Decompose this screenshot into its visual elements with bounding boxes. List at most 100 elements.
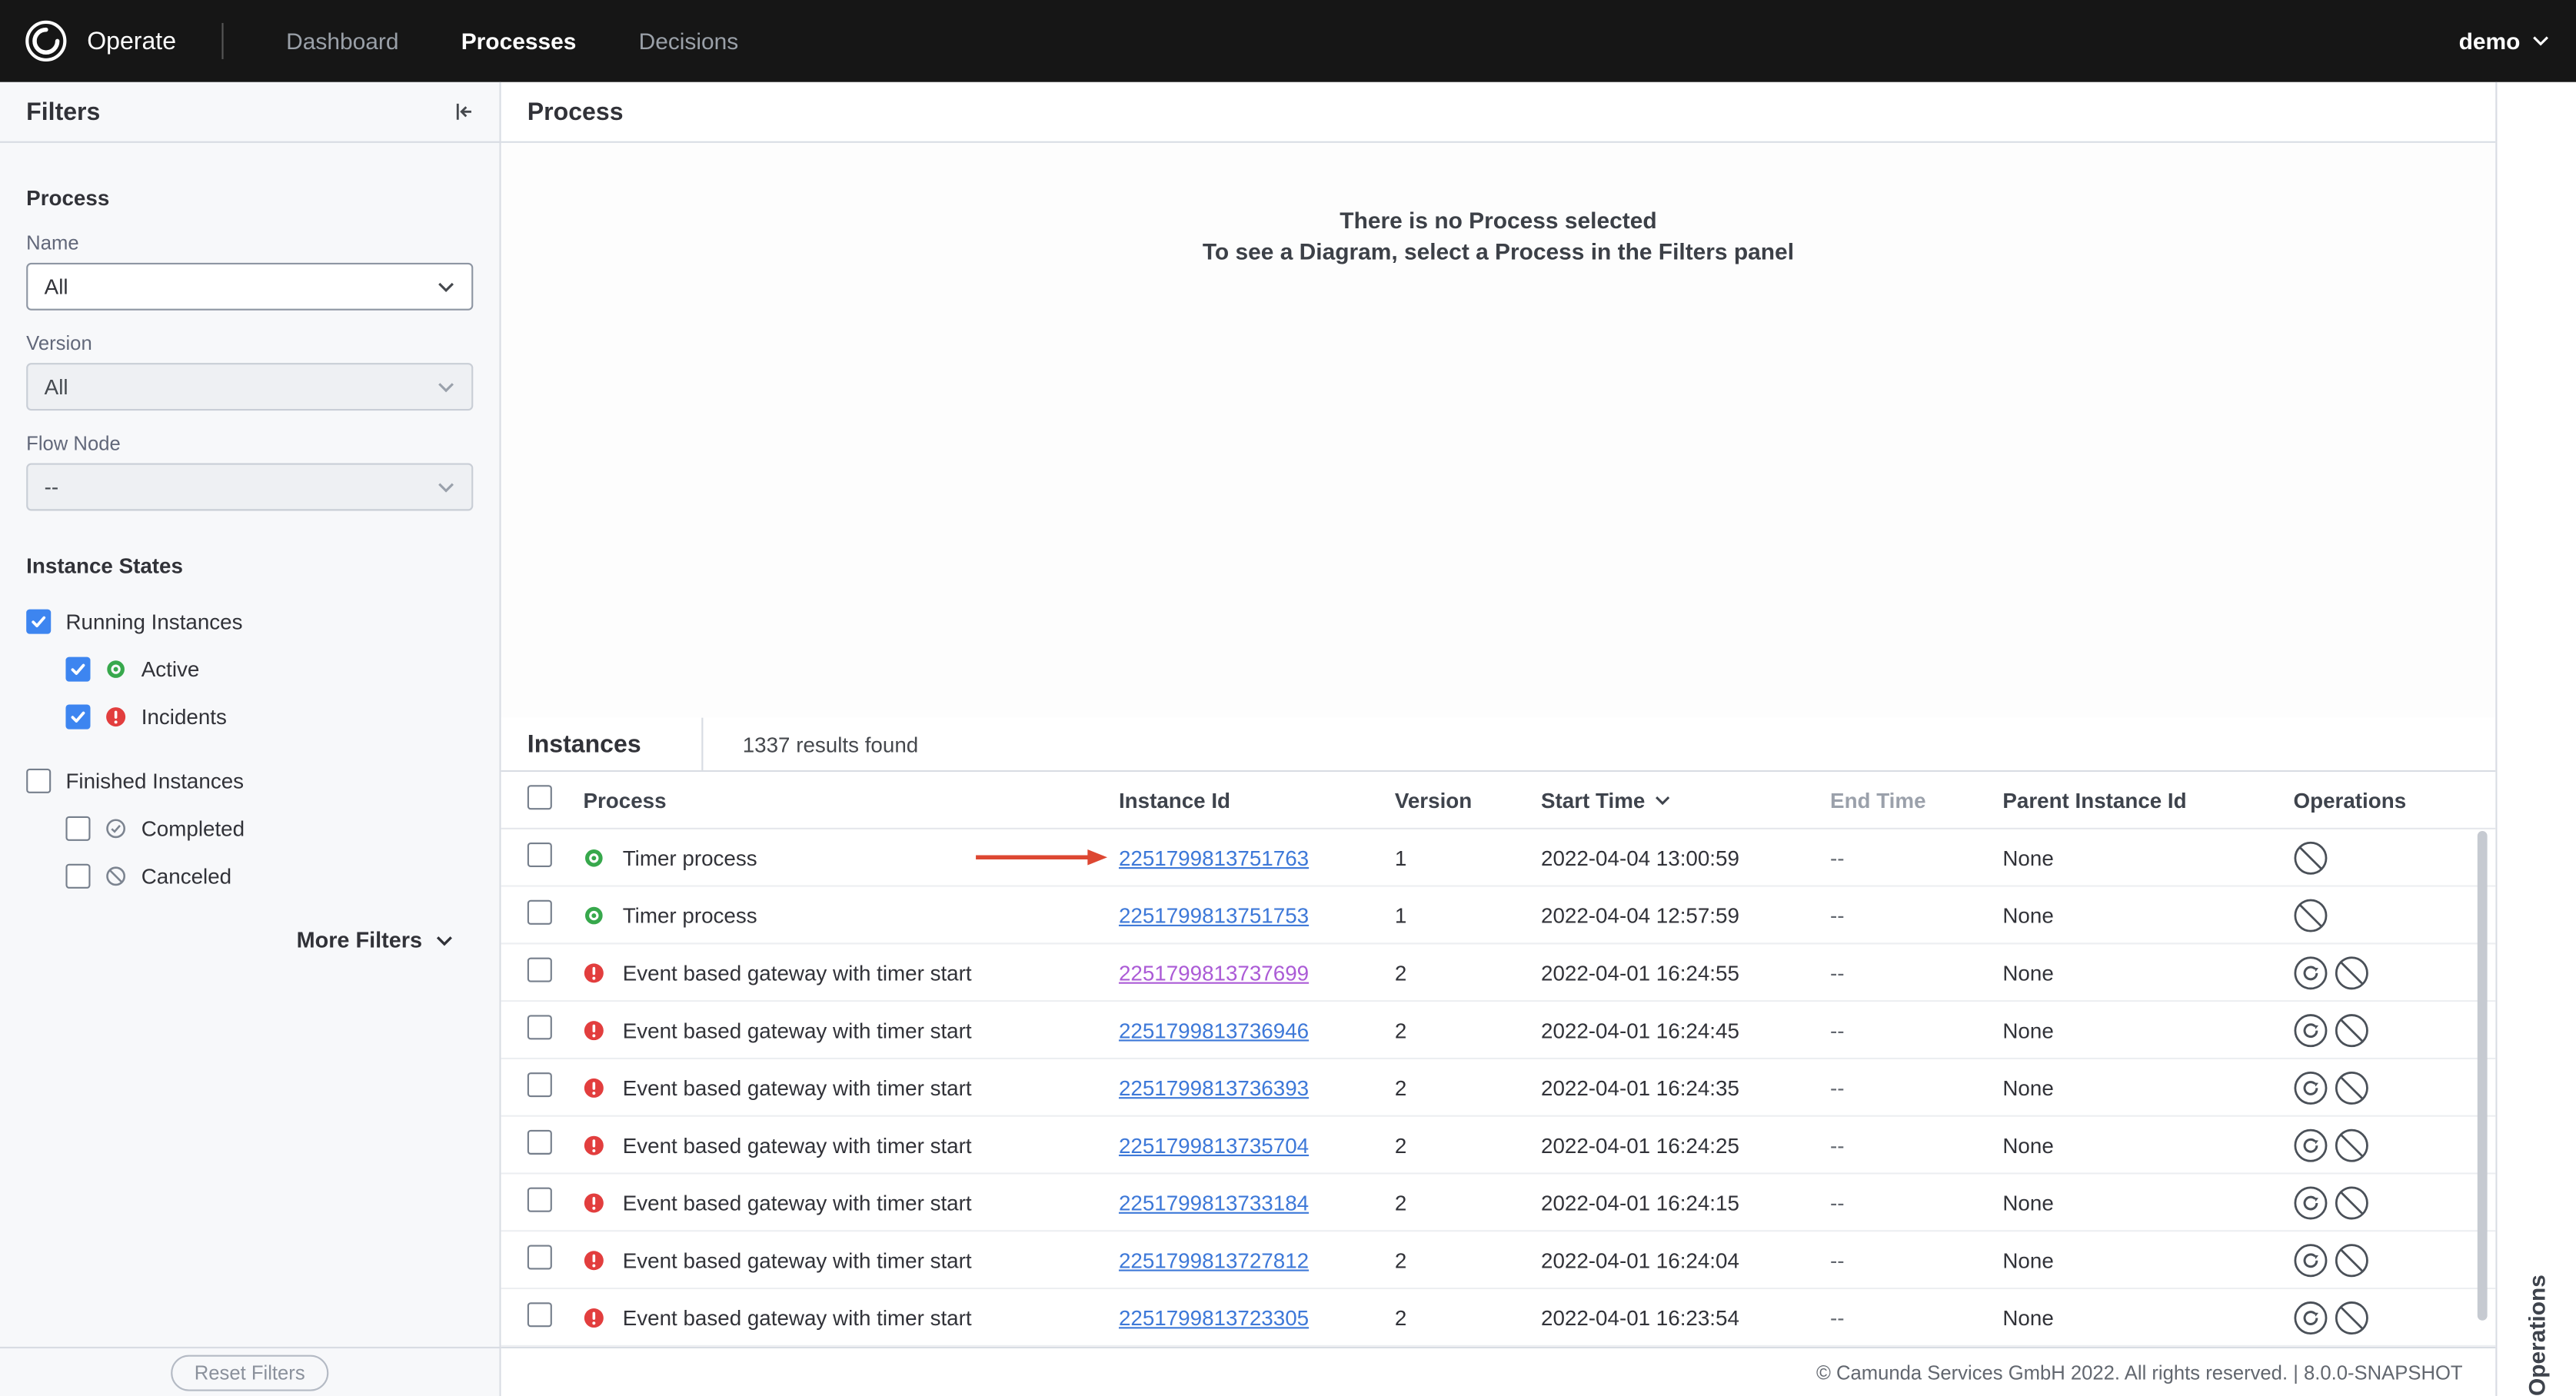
incident-icon <box>583 1249 604 1271</box>
collapse-left-icon <box>450 98 476 125</box>
cancel-operation-button[interactable] <box>2335 1012 2369 1047</box>
row-checkbox[interactable] <box>527 843 552 868</box>
instance-id-link[interactable]: 2251799813736393 <box>1119 1075 1309 1099</box>
retry-operation-button[interactable] <box>2294 1300 2328 1335</box>
cancel-operation-button[interactable] <box>2335 1185 2369 1219</box>
process-name: Timer process <box>622 902 757 928</box>
filter-label: Completed <box>141 816 245 841</box>
retry-operation-button[interactable] <box>2294 1070 2328 1105</box>
incident-state-icon <box>105 706 127 728</box>
table-row: Event based gateway with timer start 2251… <box>501 1174 2496 1232</box>
version-select[interactable]: All <box>26 363 474 411</box>
instance-id-link[interactable]: 2251799813751763 <box>1119 845 1309 869</box>
nav-dashboard[interactable]: Dashboard <box>286 28 398 54</box>
version-cell: 2 <box>1394 1017 1407 1042</box>
empty-state-line2: To see a Diagram, select a Process in th… <box>1202 238 1795 264</box>
row-checkbox[interactable] <box>527 1187 552 1212</box>
start-time-cell: 2022-04-01 16:24:55 <box>1541 959 1739 985</box>
column-operations: Operations <box>2293 787 2407 813</box>
process-name: Event based gateway with timer start <box>622 1075 972 1100</box>
instance-id-link[interactable]: 2251799813751753 <box>1119 902 1309 927</box>
user-menu[interactable]: demo <box>2458 28 2550 55</box>
cancel-operation-button[interactable] <box>2335 1070 2369 1105</box>
operations-panel[interactable]: Operations <box>2495 81 2576 1396</box>
cancel-operation-button[interactable] <box>2335 1300 2369 1335</box>
row-checkbox[interactable] <box>527 1015 552 1040</box>
retry-operation-button[interactable] <box>2294 1242 2328 1277</box>
start-time-cell: 2022-04-01 16:24:15 <box>1541 1189 1739 1215</box>
reset-filters-button[interactable]: Reset Filters <box>171 1354 328 1391</box>
instance-id-link[interactable]: 2251799813733184 <box>1119 1190 1309 1215</box>
start-time-cell: 2022-04-01 16:24:04 <box>1541 1247 1739 1272</box>
flow-node-select[interactable]: -- <box>26 463 474 511</box>
more-filters-button[interactable]: More Filters <box>26 928 473 952</box>
brand-title: Operate <box>87 27 177 55</box>
instances-table: Process Instance Id Version Start Time E… <box>501 772 2496 1347</box>
process-name: Timer process <box>622 845 757 870</box>
cancel-operation-button[interactable] <box>2335 955 2369 989</box>
nav-processes[interactable]: Processes <box>461 28 577 54</box>
collapse-filters-button[interactable] <box>447 95 480 128</box>
checkbox-canceled[interactable] <box>65 863 91 889</box>
instance-id-link[interactable]: 2251799813735704 <box>1119 1132 1309 1157</box>
more-filters-label: More Filters <box>296 928 423 953</box>
instance-id-link[interactable]: 2251799813723305 <box>1119 1305 1309 1329</box>
select-value: -- <box>44 474 59 500</box>
table-row: Timer process 2251799813751763 1 2022-04-04… <box>501 829 2496 887</box>
filters-body: Process Name All Version All Flow Node -… <box>0 143 499 1347</box>
instance-id-link[interactable]: 2251799813727812 <box>1119 1248 1309 1272</box>
instance-states-title: Instance States <box>26 553 183 579</box>
cancel-operation-button[interactable] <box>2335 1242 2369 1277</box>
user-name: demo <box>2458 28 2521 55</box>
incident-icon <box>583 1307 604 1328</box>
operations-cell <box>2294 898 2496 932</box>
checkbox-completed[interactable] <box>65 816 91 841</box>
end-time-cell: -- <box>1830 1305 1845 1330</box>
retry-operation-button[interactable] <box>2294 1185 2328 1219</box>
filter-field-flownode: Flow Node -- <box>26 431 474 511</box>
filter-row-finished-instances: Finished Instances <box>26 757 473 805</box>
nav-decisions[interactable]: Decisions <box>639 28 739 54</box>
retry-operation-button[interactable] <box>2294 1128 2328 1162</box>
checkbox-active[interactable] <box>65 656 91 682</box>
active-state-icon <box>105 659 127 680</box>
field-label: Name <box>26 231 79 255</box>
filter-label: Canceled <box>141 863 232 889</box>
process-name: Event based gateway with timer start <box>622 959 972 985</box>
checkbox-finished-instances[interactable] <box>26 768 52 793</box>
instance-id-link[interactable]: 2251799813736946 <box>1119 1018 1309 1042</box>
name-select[interactable]: All <box>26 262 474 311</box>
instance-id-link[interactable]: 2251799813737699 <box>1119 960 1309 985</box>
process-group-title: Process <box>26 185 110 211</box>
diagram-empty-state: There is no Process selected To see a Di… <box>501 142 2496 718</box>
table-row: Event based gateway with timer start 2251… <box>501 944 2496 1002</box>
field-label: Flow Node <box>26 431 121 455</box>
column-parent-instance-id: Parent Instance Id <box>2002 787 2187 813</box>
row-checkbox[interactable] <box>527 957 552 982</box>
row-checkbox[interactable] <box>527 1129 552 1155</box>
active-icon <box>583 904 604 926</box>
cancel-operation-button[interactable] <box>2294 840 2328 875</box>
start-time-cell: 2022-04-01 16:24:45 <box>1541 1017 1739 1042</box>
operations-panel-title: Operations <box>2523 1275 2550 1396</box>
select-all-checkbox[interactable] <box>527 785 552 810</box>
column-start-time[interactable]: Start Time <box>1541 787 1830 812</box>
filter-label: Running Instances <box>65 609 243 634</box>
row-checkbox[interactable] <box>527 1245 552 1270</box>
retry-operation-button[interactable] <box>2294 1012 2328 1047</box>
filters-title: Filters <box>26 98 101 126</box>
end-time-cell: -- <box>1830 959 1845 985</box>
checkbox-incidents[interactable] <box>65 704 91 730</box>
row-checkbox[interactable] <box>527 899 552 925</box>
table-scrollbar[interactable] <box>2477 831 2488 1321</box>
row-checkbox[interactable] <box>527 1072 552 1098</box>
end-time-cell: -- <box>1830 1017 1845 1042</box>
filter-label: Finished Instances <box>65 768 245 793</box>
cancel-operation-button[interactable] <box>2335 1128 2369 1162</box>
row-checkbox[interactable] <box>527 1302 552 1328</box>
filters-footer: Reset Filters <box>0 1346 500 1396</box>
cancel-operation-button[interactable] <box>2294 898 2328 932</box>
select-value: All <box>44 374 68 400</box>
retry-operation-button[interactable] <box>2294 955 2328 989</box>
checkbox-running-instances[interactable] <box>26 609 52 634</box>
